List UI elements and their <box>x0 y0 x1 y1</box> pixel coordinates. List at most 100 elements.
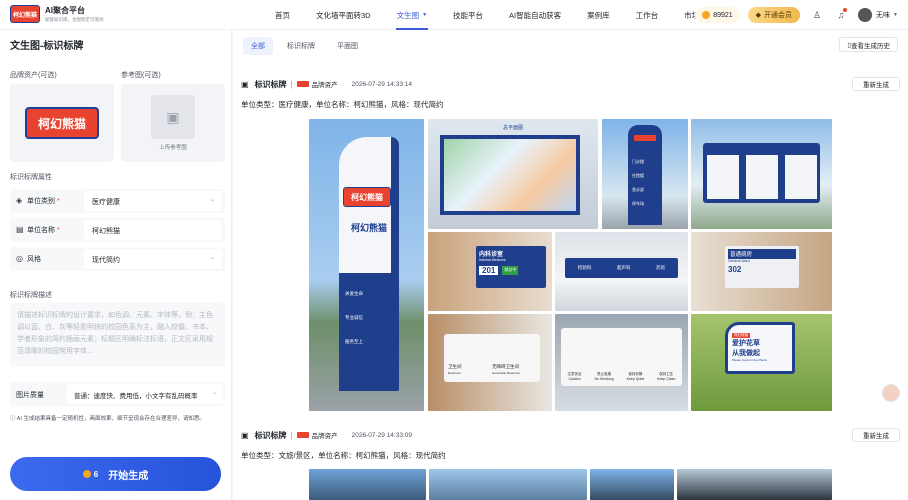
pylon-item: 专业诚信 <box>345 315 363 320</box>
brand-logo-image: 柯幻熊猫 <box>25 107 99 139</box>
safety-en: Keep Quiet <box>626 377 645 381</box>
result-image-pylon[interactable]: 柯幻熊猫 柯幻熊猫 关爱生命 专业诚信 服务至上 <box>309 119 424 411</box>
task-type: 标识标牌 <box>254 430 287 440</box>
field-unit-name: ▤ 单位名称 * 柯幻熊猫 <box>10 218 225 242</box>
safety-label: 禁止吸烟 <box>597 372 612 376</box>
generate-button[interactable]: 6 开始生成 <box>10 457 221 491</box>
safety-en: Keep Clean <box>657 377 676 381</box>
generate-cost: 6 <box>82 470 98 479</box>
top-navbar: 柯幻熊猫 AI聚合平台 赋能知识库，也图稳定可落地 首页 文化墙平面转3D 文生… <box>0 0 908 30</box>
ward-name: 普通病房 <box>728 249 796 259</box>
coin-icon <box>82 470 91 478</box>
field-label: 单位类别 <box>27 198 55 205</box>
result-image-map[interactable]: 总平面图 <box>428 119 598 229</box>
bell-icon[interactable]: ♫ <box>834 8 848 22</box>
result-image-lawn-sign[interactable]: 柯幻熊猫 爱护花草 从我做起 Please Care for the Plant… <box>691 314 832 411</box>
app-logo[interactable]: 柯幻熊猫 AI聚合平台 赋能知识库，也图稳定可落地 <box>10 5 104 23</box>
lawn-title: 爱护花草 <box>732 340 760 347</box>
ward-en: General Ward <box>728 259 750 263</box>
coin-icon <box>702 11 711 19</box>
description-textarea[interactable]: 请描述标识标牌的设计要求，如色调、元素、字体等。例：主色调以蓝、白、灰等轻盈明快… <box>10 303 225 367</box>
map-title: 总平面图 <box>502 125 523 131</box>
nav-text-to-image[interactable]: 文生图 ▼ <box>384 0 440 30</box>
main-nav: 首页 文化墙平面转3D 文生图▼ 技能平台 AI智能自动获客 案例库 工作台 市… <box>262 0 727 30</box>
card-icon: ▤ <box>16 225 24 234</box>
history-button[interactable]: ▯ 查看生成历史 <box>839 37 898 52</box>
notification-dot <box>843 8 848 12</box>
task-brand: 品牌资产 <box>311 82 338 89</box>
ward-number: 302 <box>728 265 742 274</box>
vip-button[interactable]: ◆ 开通会员 <box>747 7 801 23</box>
result-image[interactable] <box>309 469 426 500</box>
nav-home[interactable]: 首页 <box>262 0 303 30</box>
totem-item: 急诊部 <box>632 187 644 192</box>
task-type: 标识标牌 <box>254 79 287 89</box>
chevron-down-icon: ▼ <box>422 12 428 18</box>
safety-label: 保持安静 <box>628 372 643 376</box>
reference-label: 参考图(可选) <box>121 72 161 79</box>
pylon-logo: 柯幻熊猫 <box>343 187 391 207</box>
result-image[interactable] <box>677 469 832 500</box>
description-label: 标识标牌描述 <box>10 292 52 299</box>
task-time: 2026-07-29 14:33:14 <box>351 80 412 88</box>
hanging-item: 药房 <box>656 265 666 270</box>
unit-category-select[interactable]: 医疗健康 ⌄ <box>84 191 222 211</box>
image-quality-row: 图片质量 普通：速度快、费用低，小文字有乱码概率 ⌄ <box>10 382 225 406</box>
avatar[interactable] <box>858 8 873 22</box>
style-select[interactable]: 现代简约 ⌄ <box>84 249 222 269</box>
brand-asset-card[interactable]: 柯幻熊猫 <box>10 84 114 162</box>
tab-floorplan[interactable]: 平面图 <box>329 37 366 55</box>
result-image-hanging-sign[interactable]: 检验科 超声科 药房 <box>555 232 688 311</box>
username[interactable]: 无味 <box>876 10 890 20</box>
nav-ai-leads[interactable]: AI智能自动获客 <box>496 0 574 30</box>
layers-icon: ◈ <box>16 196 23 205</box>
tab-signage[interactable]: 标识标牌 <box>279 37 323 55</box>
totem-item: 门诊楼 <box>632 159 644 164</box>
task-header: ▣ 标识标牌 | 品牌资产 2026-07-29 14:33:09 <box>241 430 412 441</box>
chevron-down-icon: ⌄ <box>209 255 215 261</box>
regenerate-button[interactable]: 重新生成 <box>852 428 900 442</box>
result-image-restroom[interactable]: 卫生间 Restroom 无障碍卫生间 Accessible Restroom <box>428 314 552 411</box>
tab-all[interactable]: 全部 <box>243 37 273 55</box>
upload-label: 上传参考图 <box>159 145 187 151</box>
result-image-totem[interactable]: 门诊楼 住院楼 急诊部 停车场 <box>602 119 688 229</box>
page-title: 文生图-标识标牌 <box>10 41 84 52</box>
regenerate-button[interactable]: 重新生成 <box>852 77 900 91</box>
diamond-icon: ◆ <box>755 12 762 19</box>
image-upload-icon[interactable]: ▣ <box>151 95 195 139</box>
palette-icon: ◎ <box>16 254 23 263</box>
result-image-room-plate[interactable]: 内科诊室 Internal Medicine 201 就诊中 <box>428 232 552 311</box>
assistant-avatar[interactable] <box>882 384 900 402</box>
nav-culture-wall-3d[interactable]: 文化墙平面转3D <box>303 0 384 30</box>
points-balance[interactable]: 89921 <box>695 7 740 23</box>
config-panel: 文生图-标识标牌 品牌资产(可选) 参考图(可选) 柯幻熊猫 ▣ 上传参考图 标… <box>0 30 232 500</box>
task-description: 单位类型：文旅/景区，单位名称：柯幻熊猫，风格：现代简约 <box>241 451 446 460</box>
nav-workspace[interactable]: 工作台 <box>623 0 672 30</box>
result-image[interactable] <box>590 469 674 500</box>
reference-upload-card[interactable]: ▣ 上传参考图 <box>121 84 225 162</box>
lawn-en: Please Care for the Plants <box>732 358 768 362</box>
user-profile-icon[interactable]: ♙ <box>810 8 824 22</box>
nav-case-library[interactable]: 案例库 <box>574 0 623 30</box>
attributes-section-title: 标识标牌属性 <box>10 174 52 181</box>
brand-mini-logo <box>296 81 309 87</box>
task-description: 单位类型：医疗健康，单位名称：柯幻熊猫，风格：现代简约 <box>241 100 444 109</box>
result-image[interactable] <box>429 469 587 500</box>
nav-skills[interactable]: 技能平台 <box>440 0 496 30</box>
chevron-down-icon: ⌄ <box>211 390 217 396</box>
result-gallery <box>309 469 832 500</box>
info-icon: ⓘ <box>10 416 17 422</box>
pylon-item: 服务至上 <box>345 339 363 344</box>
result-image-board[interactable]: 柯幻熊猫 <box>691 119 832 229</box>
image-icon: ▣ <box>241 79 249 89</box>
brand-asset-label: 品牌资产(可选) <box>10 72 57 79</box>
safety-en: Caution <box>568 377 581 381</box>
quality-label: 图片质量 <box>16 392 44 399</box>
result-image-safety-signs[interactable]: 注意安全 Caution 禁止吸烟 No Smoking 保持安静 Keep Quie… <box>555 314 688 411</box>
accessible-en: Accessible Restroom <box>492 371 521 375</box>
quality-select[interactable]: 普通：速度快、费用低，小文字有乱码概率 ⌄ <box>67 384 223 404</box>
hanging-item: 超声科 <box>616 265 631 270</box>
unit-name-input[interactable]: 柯幻熊猫 <box>84 220 222 240</box>
result-image-ward-plate[interactable]: 普通病房 General Ward 302 <box>691 232 832 311</box>
chevron-down-icon[interactable]: ▼ <box>893 12 898 18</box>
